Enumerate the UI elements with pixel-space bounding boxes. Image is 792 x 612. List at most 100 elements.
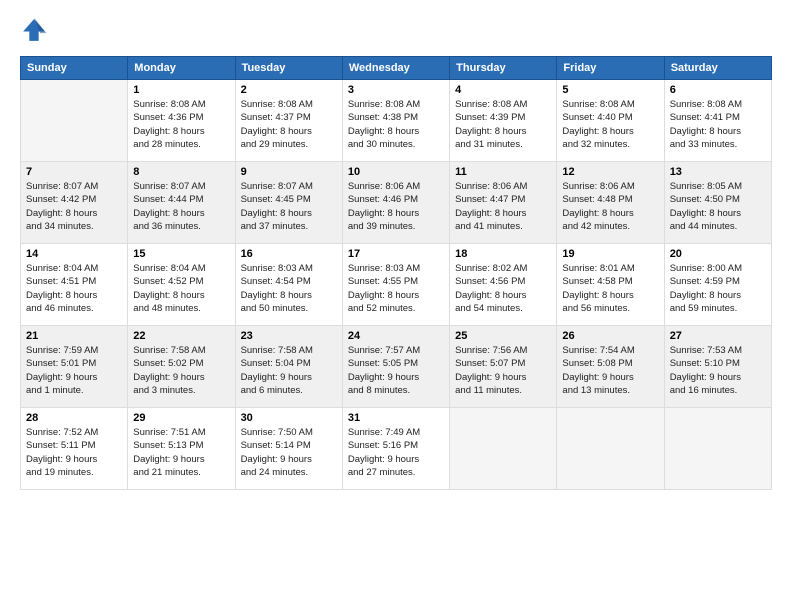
col-header-thursday: Thursday bbox=[450, 57, 557, 80]
day-info: Sunrise: 8:08 AMSunset: 4:38 PMDaylight:… bbox=[348, 98, 444, 151]
day-info: Sunrise: 8:08 AMSunset: 4:36 PMDaylight:… bbox=[133, 98, 229, 151]
calendar-cell: 2Sunrise: 8:08 AMSunset: 4:37 PMDaylight… bbox=[235, 80, 342, 162]
calendar-cell: 7 Sunrise: 8:07 AMSunset: 4:42 PMDaylight… bbox=[21, 162, 128, 244]
day-number: 9 bbox=[241, 166, 337, 178]
day-number: 10 bbox=[348, 166, 444, 178]
calendar-cell: 27Sunrise: 7:53 AMSunset: 5:10 PMDayligh… bbox=[664, 326, 771, 408]
day-info: Sunrise: 7:58 AMSunset: 5:04 PMDaylight:… bbox=[241, 344, 337, 397]
calendar-cell: 6 Sunrise: 8:08 AMSunset: 4:41 PMDaylight… bbox=[664, 80, 771, 162]
calendar-cell: 15 Sunrise: 8:04 AMSunset: 4:52 PMDayligh… bbox=[128, 244, 235, 326]
day-info: Sunrise: 7:58 AMSunset: 5:02 PMDaylight:… bbox=[133, 344, 229, 397]
week-row-4: 21 Sunrise: 7:59 AMSunset: 5:01 PMDayligh… bbox=[21, 326, 772, 408]
day-number: 30 bbox=[241, 412, 337, 424]
calendar-cell: 23Sunrise: 7:58 AMSunset: 5:04 PMDayligh… bbox=[235, 326, 342, 408]
day-info: Sunrise: 8:03 AMSunset: 4:54 PMDaylight:… bbox=[241, 262, 337, 315]
day-info: Sunrise: 8:06 AMSunset: 4:46 PMDaylight:… bbox=[348, 180, 444, 233]
calendar-cell: 19 Sunrise: 8:01 AMSunset: 4:58 PMDayligh… bbox=[557, 244, 664, 326]
day-info: Sunrise: 7:56 AMSunset: 5:07 PMDaylight:… bbox=[455, 344, 551, 397]
day-number: 3 bbox=[348, 84, 444, 96]
day-number: 11 bbox=[455, 166, 551, 178]
week-row-5: 28 Sunrise: 7:52 AMSunset: 5:11 PMDayligh… bbox=[21, 408, 772, 490]
col-header-saturday: Saturday bbox=[664, 57, 771, 80]
day-info: Sunrise: 8:08 AMSunset: 4:37 PMDaylight:… bbox=[241, 98, 337, 151]
day-info: Sunrise: 8:04 AMSunset: 4:52 PMDaylight:… bbox=[133, 262, 229, 315]
calendar-cell: 28 Sunrise: 7:52 AMSunset: 5:11 PMDayligh… bbox=[21, 408, 128, 490]
day-info: Sunrise: 8:08 AMSunset: 4:41 PMDaylight:… bbox=[670, 98, 766, 151]
day-info: Sunrise: 8:07 AMSunset: 4:42 PMDaylight:… bbox=[26, 180, 122, 233]
calendar-cell bbox=[664, 408, 771, 490]
day-number: 12 bbox=[562, 166, 658, 178]
day-number: 29 bbox=[133, 412, 229, 424]
day-number: 27 bbox=[670, 330, 766, 342]
calendar-cell bbox=[450, 408, 557, 490]
col-header-monday: Monday bbox=[128, 57, 235, 80]
calendar-cell: 20 Sunrise: 8:00 AMSunset: 4:59 PMDayligh… bbox=[664, 244, 771, 326]
calendar-cell bbox=[557, 408, 664, 490]
day-number: 1 bbox=[133, 84, 229, 96]
calendar-cell: 18Sunrise: 8:02 AMSunset: 4:56 PMDayligh… bbox=[450, 244, 557, 326]
header bbox=[20, 16, 772, 44]
day-info: Sunrise: 8:05 AMSunset: 4:50 PMDaylight:… bbox=[670, 180, 766, 233]
day-info: Sunrise: 8:07 AMSunset: 4:45 PMDaylight:… bbox=[241, 180, 337, 233]
calendar-cell: 4Sunrise: 8:08 AMSunset: 4:39 PMDaylight… bbox=[450, 80, 557, 162]
calendar-cell: 17 Sunrise: 8:03 AMSunset: 4:55 PMDayligh… bbox=[342, 244, 449, 326]
day-number: 28 bbox=[26, 412, 122, 424]
day-info: Sunrise: 8:03 AMSunset: 4:55 PMDaylight:… bbox=[348, 262, 444, 315]
calendar-cell: 26 Sunrise: 7:54 AMSunset: 5:08 PMDayligh… bbox=[557, 326, 664, 408]
day-info: Sunrise: 7:54 AMSunset: 5:08 PMDaylight:… bbox=[562, 344, 658, 397]
day-info: Sunrise: 7:57 AMSunset: 5:05 PMDaylight:… bbox=[348, 344, 444, 397]
day-number: 26 bbox=[562, 330, 658, 342]
header-row: SundayMondayTuesdayWednesdayThursdayFrid… bbox=[21, 57, 772, 80]
calendar-cell: 11 Sunrise: 8:06 AMSunset: 4:47 PMDayligh… bbox=[450, 162, 557, 244]
day-number: 31 bbox=[348, 412, 444, 424]
calendar-cell: 30Sunrise: 7:50 AMSunset: 5:14 PMDayligh… bbox=[235, 408, 342, 490]
calendar-cell: 22 Sunrise: 7:58 AMSunset: 5:02 PMDayligh… bbox=[128, 326, 235, 408]
day-info: Sunrise: 7:59 AMSunset: 5:01 PMDaylight:… bbox=[26, 344, 122, 397]
day-number: 17 bbox=[348, 248, 444, 260]
calendar-cell: 16 Sunrise: 8:03 AMSunset: 4:54 PMDayligh… bbox=[235, 244, 342, 326]
day-number: 19 bbox=[562, 248, 658, 260]
day-number: 21 bbox=[26, 330, 122, 342]
col-header-tuesday: Tuesday bbox=[235, 57, 342, 80]
day-number: 20 bbox=[670, 248, 766, 260]
page: SundayMondayTuesdayWednesdayThursdayFrid… bbox=[0, 0, 792, 502]
calendar-cell: 8 Sunrise: 8:07 AMSunset: 4:44 PMDaylight… bbox=[128, 162, 235, 244]
calendar-table: SundayMondayTuesdayWednesdayThursdayFrid… bbox=[20, 56, 772, 490]
day-number: 6 bbox=[670, 84, 766, 96]
day-number: 8 bbox=[133, 166, 229, 178]
calendar-cell: 3 Sunrise: 8:08 AMSunset: 4:38 PMDaylight… bbox=[342, 80, 449, 162]
calendar-cell: 24Sunrise: 7:57 AMSunset: 5:05 PMDayligh… bbox=[342, 326, 449, 408]
day-info: Sunrise: 8:08 AMSunset: 4:39 PMDaylight:… bbox=[455, 98, 551, 151]
calendar-cell: 29 Sunrise: 7:51 AMSunset: 5:13 PMDayligh… bbox=[128, 408, 235, 490]
logo bbox=[20, 16, 52, 44]
day-info: Sunrise: 8:06 AMSunset: 4:47 PMDaylight:… bbox=[455, 180, 551, 233]
day-number: 5 bbox=[562, 84, 658, 96]
day-info: Sunrise: 8:02 AMSunset: 4:56 PMDaylight:… bbox=[455, 262, 551, 315]
col-header-friday: Friday bbox=[557, 57, 664, 80]
calendar-cell bbox=[21, 80, 128, 162]
day-info: Sunrise: 8:00 AMSunset: 4:59 PMDaylight:… bbox=[670, 262, 766, 315]
day-number: 7 bbox=[26, 166, 122, 178]
col-header-wednesday: Wednesday bbox=[342, 57, 449, 80]
day-info: Sunrise: 8:07 AMSunset: 4:44 PMDaylight:… bbox=[133, 180, 229, 233]
day-info: Sunrise: 7:52 AMSunset: 5:11 PMDaylight:… bbox=[26, 426, 122, 479]
day-number: 15 bbox=[133, 248, 229, 260]
calendar-cell: 31Sunrise: 7:49 AMSunset: 5:16 PMDayligh… bbox=[342, 408, 449, 490]
day-number: 25 bbox=[455, 330, 551, 342]
day-info: Sunrise: 8:04 AMSunset: 4:51 PMDaylight:… bbox=[26, 262, 122, 315]
calendar-cell: 25 Sunrise: 7:56 AMSunset: 5:07 PMDayligh… bbox=[450, 326, 557, 408]
logo-icon bbox=[20, 16, 48, 44]
day-info: Sunrise: 8:08 AMSunset: 4:40 PMDaylight:… bbox=[562, 98, 658, 151]
calendar-cell: 13 Sunrise: 8:05 AMSunset: 4:50 PMDayligh… bbox=[664, 162, 771, 244]
day-number: 16 bbox=[241, 248, 337, 260]
day-number: 22 bbox=[133, 330, 229, 342]
day-number: 13 bbox=[670, 166, 766, 178]
calendar-cell: 10 Sunrise: 8:06 AMSunset: 4:46 PMDayligh… bbox=[342, 162, 449, 244]
day-info: Sunrise: 8:01 AMSunset: 4:58 PMDaylight:… bbox=[562, 262, 658, 315]
calendar-cell: 21 Sunrise: 7:59 AMSunset: 5:01 PMDayligh… bbox=[21, 326, 128, 408]
day-info: Sunrise: 8:06 AMSunset: 4:48 PMDaylight:… bbox=[562, 180, 658, 233]
calendar-cell: 9 Sunrise: 8:07 AMSunset: 4:45 PMDaylight… bbox=[235, 162, 342, 244]
day-info: Sunrise: 7:51 AMSunset: 5:13 PMDaylight:… bbox=[133, 426, 229, 479]
calendar-cell: 14Sunrise: 8:04 AMSunset: 4:51 PMDayligh… bbox=[21, 244, 128, 326]
calendar-cell: 1 Sunrise: 8:08 AMSunset: 4:36 PMDaylight… bbox=[128, 80, 235, 162]
